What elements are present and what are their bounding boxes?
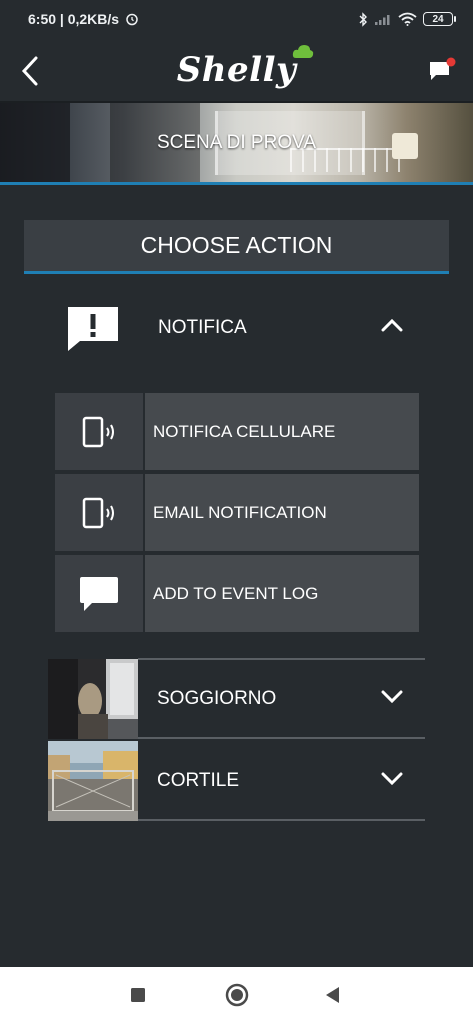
chevron-down-icon: [381, 690, 403, 703]
back-arrow-icon[interactable]: [18, 54, 42, 88]
room-name: SOGGIORNO: [157, 688, 277, 709]
battery-indicator: 24: [423, 12, 456, 26]
wifi-icon: [398, 12, 417, 26]
status-bar: 6:50 | 0,2KB/s 24: [0, 0, 473, 38]
notifica-section-header[interactable]: NOTIFICA: [48, 288, 425, 368]
system-nav-bar: [0, 967, 473, 1024]
messages-icon[interactable]: [427, 56, 457, 86]
scene-title: SCENA DI PROVA: [156, 132, 317, 153]
banner-accent-line: [0, 182, 473, 185]
choose-action-header: CHOOSE ACTION: [24, 220, 449, 274]
action-label: NOTIFICA CELLULARE: [145, 393, 419, 470]
phone-signal-icon: [82, 497, 114, 528]
back-triangle-icon[interactable]: [324, 986, 340, 1004]
chevron-down-icon: [381, 772, 403, 785]
scene-banner: SCENA DI PROVA: [0, 103, 473, 183]
chevron-up-icon: [381, 318, 403, 332]
room-name: CORTILE: [157, 770, 240, 791]
app-header: Shelly: [0, 38, 473, 102]
action-add-to-event-log[interactable]: ADD TO EVENT LOG: [55, 555, 419, 632]
soggiorno-photo: [48, 659, 138, 739]
room-thumbnail: [48, 659, 138, 739]
cortile-photo: [48, 741, 138, 821]
shelly-logo: Shelly: [176, 45, 314, 90]
notifica-label: NOTIFICA: [158, 317, 247, 338]
logo-text: Shelly: [176, 50, 297, 90]
action-label: ADD TO EVENT LOG: [145, 555, 419, 632]
bluetooth-icon: [359, 11, 367, 27]
choose-action-title: CHOOSE ACTION: [140, 232, 333, 258]
status-left: 6:50 | 0,2KB/s: [28, 11, 139, 27]
phone-signal-icon: [82, 416, 114, 447]
home-circle-icon[interactable]: [225, 983, 249, 1007]
recents-square-icon[interactable]: [130, 987, 146, 1003]
action-notifica-cellulare[interactable]: NOTIFICA CELLULARE: [55, 393, 419, 470]
alarm-icon: [126, 13, 138, 26]
speech-bubble-icon: [80, 576, 118, 611]
room-thumbnail: [48, 741, 138, 821]
status-right: 24: [358, 11, 456, 27]
action-email-notification[interactable]: EMAIL NOTIFICATION: [55, 474, 419, 551]
room-soggiorno[interactable]: SOGGIORNO: [48, 659, 425, 739]
logo-cloud-icon: [293, 45, 314, 58]
signal-icon: [375, 14, 390, 25]
action-icon-cell: [55, 393, 143, 470]
room-cortile[interactable]: CORTILE: [48, 741, 425, 821]
action-icon-cell: [55, 474, 143, 551]
status-time: 6:50 | 0,2KB/s: [28, 11, 120, 27]
action-icon-cell: [55, 555, 143, 632]
action-label: EMAIL NOTIFICATION: [145, 474, 419, 551]
